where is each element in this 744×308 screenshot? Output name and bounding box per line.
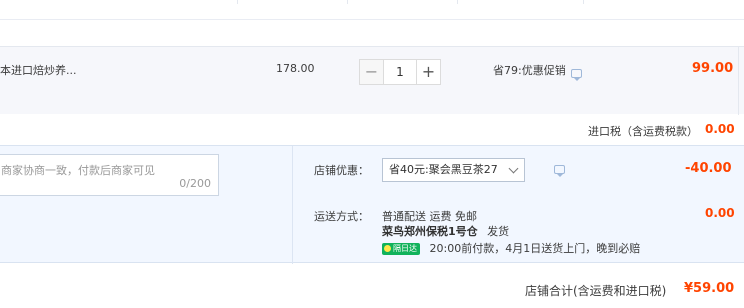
warehouse-line: 菜鸟郑州保税1号仓 发货	[382, 223, 509, 239]
promo-text: 省79:优惠促销	[493, 62, 566, 78]
promo-label: 省79:优惠促销	[493, 64, 566, 77]
promo-message-icon[interactable]	[571, 69, 582, 81]
column-divider	[583, 0, 584, 4]
next-day-badge-label: 隔日达	[393, 244, 417, 253]
quantity-stepper: − 1 +	[359, 59, 441, 85]
item-title-link[interactable]: 本进口焙炒养...	[0, 62, 77, 78]
shipping-amount: 0.00	[705, 206, 735, 220]
shop-total-value: ¥59.00	[684, 281, 735, 296]
next-day-badge: 隔日达	[382, 243, 420, 255]
buyer-memo-textarea[interactable]: 商家协商一致，付款后商家可见 0/200	[0, 154, 219, 196]
shop-coupon-select[interactable]: 省40元:聚会黑豆茶27	[382, 158, 525, 182]
item-unit-price: 178.00	[276, 62, 315, 75]
shipping-label: 运送方式：	[314, 210, 369, 223]
import-tax-value: 0.00	[705, 122, 735, 136]
shop-coupon-amount: -40.00	[685, 161, 732, 176]
coupon-message-icon[interactable]	[553, 165, 565, 177]
shop-coupon-label: 店铺优惠：	[314, 164, 369, 177]
panel-divider	[292, 146, 293, 264]
quantity-increase-button[interactable]: +	[416, 59, 441, 85]
column-divider	[457, 0, 458, 4]
memo-char-count: 0/200	[179, 177, 211, 190]
lightning-icon	[384, 245, 391, 252]
column-divider	[347, 0, 348, 4]
column-divider	[237, 0, 238, 4]
shop-coupon-selected: 省40元:聚会黑豆茶27	[389, 163, 498, 176]
ship-text: 发货	[487, 225, 510, 238]
delivery-line: 隔日达 20:00前付款，4月1日送货上门，晚到必赔	[382, 240, 640, 256]
row-right-border	[738, 47, 739, 115]
item-subtotal: 99.00	[692, 61, 734, 76]
warehouse-name: 菜鸟郑州保税1号仓	[382, 225, 478, 238]
quantity-input[interactable]: 1	[384, 59, 416, 85]
table-header-strip	[0, 0, 744, 20]
memo-placeholder: 商家协商一致，付款后商家可见	[1, 164, 155, 177]
chevron-down-icon	[508, 163, 519, 174]
shipping-method: 普通配送 运费 免邮	[382, 210, 477, 223]
delivery-note: 20:00前付款，4月1日送货上门，晚到必赔	[429, 242, 641, 255]
shop-total-label: 店铺合计(含运费和进口税)	[525, 284, 667, 298]
quantity-decrease-button[interactable]: −	[359, 59, 384, 85]
import-tax-label: 进口税（含运费税款）	[588, 125, 698, 138]
